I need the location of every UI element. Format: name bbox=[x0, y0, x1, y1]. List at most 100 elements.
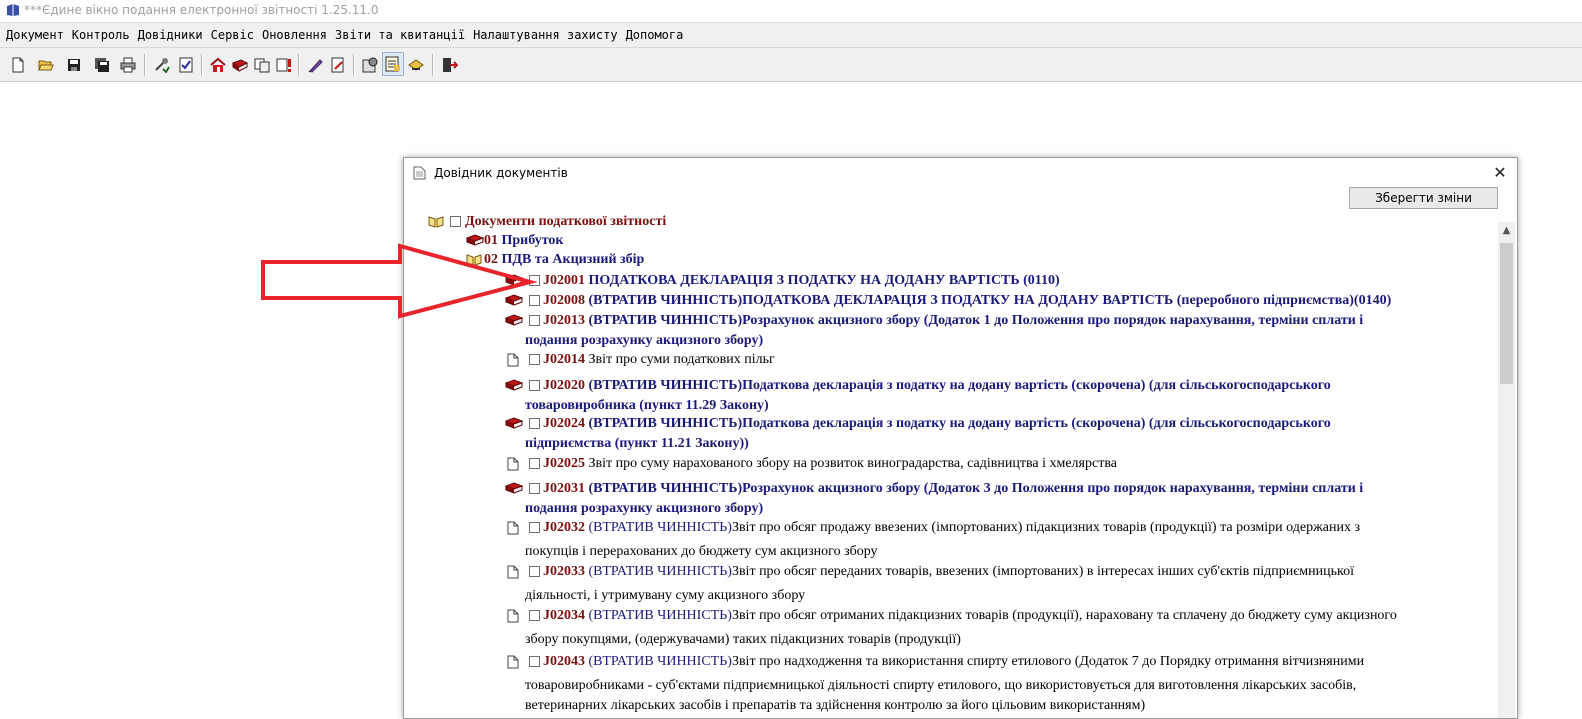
item-status: (ВТРАТИВ ЧИННІСТЬ) bbox=[588, 654, 732, 669]
closed-book-icon bbox=[466, 234, 484, 246]
item-title: Звіт про суми податкових пільг bbox=[588, 352, 775, 367]
vertical-scrollbar[interactable]: ▲ bbox=[1498, 222, 1515, 718]
item-title-cont: збору покупцями, (одержувачами) таких пі… bbox=[525, 632, 961, 647]
home-icon[interactable] bbox=[208, 55, 228, 75]
group-name: ПДВ та Акцизний збір bbox=[501, 252, 645, 267]
closed-book-icon bbox=[505, 482, 523, 494]
item-checkbox[interactable] bbox=[529, 522, 540, 533]
group-code: 02 bbox=[484, 252, 498, 267]
item-checkbox[interactable] bbox=[529, 418, 540, 429]
item-code: J02020 bbox=[543, 378, 585, 393]
title-bar: ***Єдине вікно подання електронної звітн… bbox=[0, 0, 1582, 23]
item-code: J02033 bbox=[543, 564, 585, 579]
archive-icon[interactable] bbox=[406, 55, 426, 75]
group-name: Прибуток bbox=[501, 233, 564, 248]
item-title: (ВТРАТИВ ЧИННІСТЬ)Податкова декларація з… bbox=[588, 378, 1331, 393]
exit-icon[interactable] bbox=[440, 55, 460, 75]
copy-documents-icon[interactable] bbox=[252, 55, 272, 75]
menu-service[interactable]: Сервіс bbox=[207, 28, 258, 42]
dialog-title-bar: Довідник документів ✕ bbox=[404, 158, 1517, 188]
item-checkbox[interactable] bbox=[529, 483, 540, 494]
menu-security-settings[interactable]: Налаштування захисту bbox=[469, 28, 622, 42]
item-code: J02031 bbox=[543, 481, 585, 496]
menu-updates[interactable]: Оновлення bbox=[258, 28, 331, 42]
validate-document-icon[interactable] bbox=[176, 55, 196, 75]
group-code: 01 bbox=[484, 233, 498, 248]
menu-reports-receipts[interactable]: Звіти та квитанції bbox=[331, 28, 469, 42]
item-code: J02001 bbox=[543, 273, 585, 288]
menu-references[interactable]: Довідники bbox=[134, 28, 207, 42]
item-title-cont: підприємства (пункт 11.21 Закону)) bbox=[525, 436, 749, 451]
toolbar-separator bbox=[353, 54, 355, 76]
item-code: J02043 bbox=[543, 654, 585, 669]
save-all-icon[interactable] bbox=[92, 55, 112, 75]
item-title: ПОДАТКОВА ДЕКЛАРАЦІЯ З ПОДАТКУ НА ДОДАНУ… bbox=[588, 273, 1060, 288]
item-title: Звіт про надходження та використання спи… bbox=[731, 654, 1365, 669]
app-icon bbox=[7, 4, 19, 16]
save-icon[interactable] bbox=[64, 55, 84, 75]
new-document-icon[interactable] bbox=[8, 55, 28, 75]
item-checkbox[interactable] bbox=[529, 275, 540, 286]
toolbar-separator bbox=[298, 54, 300, 76]
item-code: J02008 bbox=[543, 293, 585, 308]
menu-help[interactable]: Допомога bbox=[622, 28, 688, 42]
item-status: (ВТРАТИВ ЧИННІСТЬ) bbox=[588, 564, 732, 579]
item-checkbox[interactable] bbox=[529, 380, 540, 391]
print-icon[interactable] bbox=[118, 55, 138, 75]
closed-book-icon bbox=[505, 379, 523, 391]
root-checkbox[interactable] bbox=[450, 216, 461, 227]
menu-control[interactable]: Контроль bbox=[68, 28, 134, 42]
check-tools-icon[interactable] bbox=[152, 55, 172, 75]
toolbar-separator bbox=[144, 54, 146, 76]
item-code: J02032 bbox=[543, 520, 585, 535]
toolbar bbox=[0, 48, 1582, 82]
item-title: Звіт про обсяг продажу ввезених (імпорто… bbox=[731, 520, 1360, 535]
settings-icon[interactable] bbox=[360, 55, 380, 75]
item-checkbox[interactable] bbox=[529, 315, 540, 326]
item-title: Звіт про суму нарахованого збору на розв… bbox=[588, 456, 1117, 471]
open-book-icon bbox=[428, 216, 444, 228]
page-icon bbox=[507, 655, 519, 669]
item-checkbox[interactable] bbox=[529, 566, 540, 577]
book-icon[interactable] bbox=[230, 55, 250, 75]
item-title: Звіт про обсяг переданих товарів, ввезен… bbox=[731, 564, 1354, 579]
page-icon bbox=[507, 521, 519, 535]
item-code: J02013 bbox=[543, 313, 585, 328]
item-title: Звіт про обсяг отриманих підакцизних тов… bbox=[731, 608, 1397, 623]
item-code: J02014 bbox=[543, 352, 585, 367]
document-directory-icon[interactable] bbox=[382, 52, 404, 76]
closed-book-icon bbox=[505, 294, 523, 306]
item-status: (ВТРАТИВ ЧИННІСТЬ) bbox=[588, 520, 732, 535]
item-title-cont: товаровиробника (пункт 11.29 Закону) bbox=[525, 398, 769, 413]
menu-bar: Документ Контроль Довідники Сервіс Оновл… bbox=[0, 23, 1582, 48]
item-title: (ВТРАТИВ ЧИННІСТЬ)ПОДАТКОВА ДЕКЛАРАЦІЯ З… bbox=[588, 293, 1392, 308]
item-title: (ВТРАТИВ ЧИННІСТЬ)Розрахунок акцизного з… bbox=[588, 481, 1364, 496]
tree-root-label: Документи податкової звітності bbox=[465, 214, 667, 229]
document-directory-dialog: Довідник документів ✕ Зберегти зміни ▲ Д… bbox=[403, 157, 1518, 719]
item-title: (ВТРАТИВ ЧИННІСТЬ)Розрахунок акцизного з… bbox=[588, 313, 1364, 328]
item-checkbox[interactable] bbox=[529, 295, 540, 306]
window-title: ***Єдине вікно подання електронної звітн… bbox=[24, 3, 379, 17]
scroll-thumb[interactable] bbox=[1500, 243, 1513, 384]
sign-pen-icon[interactable] bbox=[306, 55, 326, 75]
open-folder-icon[interactable] bbox=[36, 55, 56, 75]
item-checkbox[interactable] bbox=[529, 354, 540, 365]
document-alert-icon[interactable] bbox=[274, 55, 294, 75]
item-title-cont: ветеринарних лікарських засобів і препар… bbox=[525, 698, 1146, 713]
item-status: (ВТРАТИВ ЧИННІСТЬ) bbox=[588, 608, 732, 623]
close-icon[interactable]: ✕ bbox=[1491, 163, 1509, 183]
menu-document[interactable]: Документ bbox=[0, 28, 68, 42]
item-checkbox[interactable] bbox=[529, 458, 540, 469]
document-edit-icon[interactable] bbox=[328, 55, 348, 75]
item-code: J02024 bbox=[543, 416, 585, 431]
save-changes-button[interactable]: Зберегти зміни bbox=[1349, 187, 1498, 209]
item-title-cont: товаровиробниками - суб'єктами підприємн… bbox=[525, 678, 1357, 693]
item-title-cont: покупців і перерахованих до бюджету сум … bbox=[525, 544, 878, 559]
closed-book-icon bbox=[505, 417, 523, 429]
item-code: J02025 bbox=[543, 456, 585, 471]
scroll-up-icon[interactable]: ▲ bbox=[1498, 222, 1515, 239]
item-checkbox[interactable] bbox=[529, 610, 540, 621]
page-icon bbox=[507, 565, 519, 579]
item-checkbox[interactable] bbox=[529, 656, 540, 667]
dialog-title: Довідник документів bbox=[434, 166, 568, 180]
